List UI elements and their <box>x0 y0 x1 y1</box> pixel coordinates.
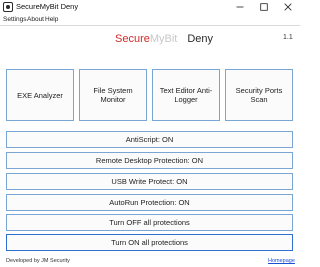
app-logo: SecureMyBit Deny <box>115 32 213 46</box>
logo-deny: Deny <box>187 33 214 45</box>
title-bar: SecureMyBit Deny <box>0 0 300 14</box>
menu-help[interactable]: Help <box>45 15 58 24</box>
remote-desktop-protection-button[interactable]: Remote Desktop Protection: ON <box>6 152 293 169</box>
app-icon <box>3 2 13 12</box>
logo-secure: Secure <box>115 33 150 45</box>
menu-bar: Settings About Help <box>0 14 300 25</box>
security-ports-scan-button[interactable]: Security Ports Scan <box>225 69 293 121</box>
close-icon <box>284 3 292 11</box>
homepage-link[interactable]: Homepage <box>268 257 295 265</box>
minimize-button[interactable] <box>228 0 252 14</box>
turn-off-all-button[interactable]: Turn OFF all protections <box>6 214 293 231</box>
maximize-icon <box>260 3 268 11</box>
text-editor-anti-logger-button[interactable]: Text Editor Anti-Logger <box>152 69 220 121</box>
app-header: SecureMyBit Deny 1.1 <box>0 26 300 54</box>
file-system-monitor-button[interactable]: File System Monitor <box>79 69 147 121</box>
window-title: SecureMyBit Deny <box>16 2 79 11</box>
version-label: 1.1 <box>283 34 293 41</box>
exe-analyzer-button[interactable]: EXE Analyzer <box>6 69 74 121</box>
logo-mybit: MyBit <box>149 33 178 45</box>
developer-credit: Developed by JM Security <box>6 258 70 264</box>
close-button[interactable] <box>276 0 300 14</box>
menu-settings[interactable]: Settings <box>3 15 27 24</box>
turn-on-all-button[interactable]: Turn ON all protections <box>6 234 293 251</box>
maximize-button[interactable] <box>252 0 276 14</box>
autorun-protection-button[interactable]: AutoRun Protection: ON <box>6 194 293 211</box>
antiscript-toggle-button[interactable]: AntiScript: ON <box>6 131 293 148</box>
minimize-icon <box>236 6 244 8</box>
usb-write-protect-button[interactable]: USB Write Protect: ON <box>6 173 293 190</box>
menu-about[interactable]: About <box>27 15 44 24</box>
footer: Developed by JM Security Homepage <box>0 255 300 267</box>
